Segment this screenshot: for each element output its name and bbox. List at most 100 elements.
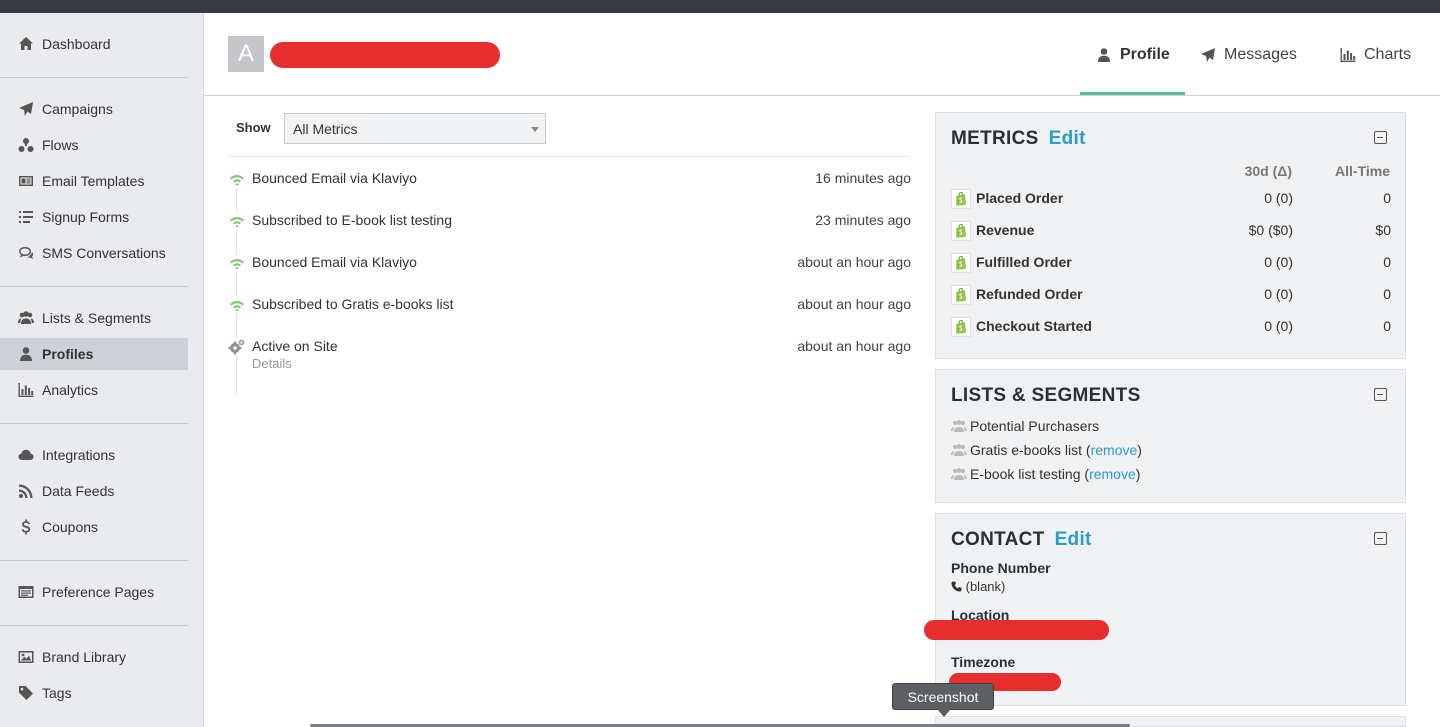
email-signal-icon <box>228 296 246 314</box>
rss-icon <box>16 483 36 499</box>
sidebar-item-label: Email Templates <box>42 173 145 189</box>
preference-page-icon <box>16 584 36 600</box>
activity-event[interactable]: Bounced Email via Klaviyo 16 minutes ago <box>228 170 911 190</box>
list-item[interactable]: Gratis e-books list (remove) <box>951 442 1142 458</box>
phone-text: (blank) <box>965 579 1006 594</box>
email-signal-icon <box>228 212 246 230</box>
sidebar-item-label: SMS Conversations <box>42 245 166 261</box>
show-label: Show <box>236 120 271 135</box>
users-icon <box>16 310 36 326</box>
shopify-icon <box>951 253 971 273</box>
metric-all-time: 0 <box>1383 254 1391 270</box>
screenshot-tooltip: Screenshot <box>892 683 994 717</box>
tab-messages[interactable]: Messages <box>1200 13 1297 96</box>
lists-segments-panel: LISTS & SEGMENTS Potential Purchasers Gr… <box>935 369 1406 503</box>
sidebar-item-analytics[interactable]: Analytics <box>0 374 188 406</box>
caret-down-icon <box>531 127 539 132</box>
sidebar-item-profiles[interactable]: Profiles <box>0 338 188 370</box>
sidebar-item-signup-forms[interactable]: Signup Forms <box>0 201 188 233</box>
event-time: about an hour ago <box>797 338 911 354</box>
email-signal-icon <box>228 254 246 272</box>
sidebar-item-flows[interactable]: Flows <box>0 129 188 161</box>
remove-link[interactable]: remove <box>1091 442 1138 458</box>
shopify-icon <box>951 285 971 305</box>
event-title: Subscribed to Gratis e-books list <box>252 296 454 312</box>
dollar-icon <box>16 519 36 535</box>
metric-30d: $0 ($0) <box>1248 222 1293 238</box>
col-header-30d: 30d (Δ) <box>1244 163 1292 179</box>
activity-event[interactable]: Active on Site about an hour ago Details <box>228 338 911 374</box>
activity-event[interactable]: Subscribed to E-book list testing 23 min… <box>228 212 911 232</box>
sidebar-item-campaigns[interactable]: Campaigns <box>0 93 188 125</box>
tab-charts[interactable]: Charts <box>1340 13 1411 96</box>
metric-30d: 0 (0) <box>1264 190 1293 206</box>
sidebar-divider <box>0 77 188 78</box>
shopify-icon <box>951 221 971 241</box>
metric-row: Refunded Order 0 (0) 0 <box>951 285 1391 305</box>
collapse-icon[interactable] <box>1374 388 1387 401</box>
timezone-label: Timezone <box>951 654 1016 670</box>
collapse-icon[interactable] <box>1374 532 1387 545</box>
shopify-icon <box>951 189 971 209</box>
metric-filter-value: All Metrics <box>293 121 358 137</box>
sidebar-item-label: Integrations <box>42 447 116 463</box>
email-signal-icon <box>228 170 246 188</box>
phone-label: Phone Number <box>951 560 1051 576</box>
sidebar-divider <box>0 423 188 424</box>
metric-filter-select[interactable]: All Metrics <box>284 113 546 144</box>
active-tab-indicator <box>1080 92 1185 95</box>
tab-label: Charts <box>1364 45 1412 63</box>
sidebar-item-brand-library[interactable]: Brand Library <box>0 641 188 673</box>
metrics-panel: METRICS Edit 30d (Δ) All-Time Placed Orde… <box>935 112 1406 359</box>
sidebar-item-integrations[interactable]: Integrations <box>0 439 188 471</box>
tab-profile[interactable]: Profile <box>1096 13 1170 96</box>
sidebar-item-label: Profiles <box>42 346 94 362</box>
sidebar-item-coupons[interactable]: Coupons <box>0 511 188 543</box>
metric-name: Placed Order <box>976 190 1064 206</box>
metric-row: Fulfilled Order 0 (0) 0 <box>951 253 1391 273</box>
users-icon <box>951 420 967 432</box>
metric-row: Placed Order 0 (0) 0 <box>951 189 1391 209</box>
sidebar-item-preference-pages[interactable]: Preference Pages <box>0 576 188 608</box>
template-icon <box>16 173 36 189</box>
users-icon <box>951 468 967 480</box>
list-item[interactable]: E-book list testing (remove) <box>951 466 1140 482</box>
event-details-link[interactable]: Details <box>252 356 292 371</box>
event-title: Bounced Email via Klaviyo <box>252 254 417 270</box>
event-time: 23 minutes ago <box>815 212 911 228</box>
remove-link[interactable]: remove <box>1089 466 1136 482</box>
metric-all-time: 0 <box>1383 286 1391 302</box>
sidebar-item-sms-conversations[interactable]: SMS Conversations <box>0 237 188 269</box>
metric-name: Revenue <box>976 222 1035 238</box>
event-title: Bounced Email via Klaviyo <box>252 170 417 186</box>
gears-icon <box>228 338 246 356</box>
list-item[interactable]: Potential Purchasers <box>951 418 1099 434</box>
col-header-all-time: All-Time <box>1335 163 1390 179</box>
sidebar-item-label: Lists & Segments <box>42 310 151 326</box>
metric-row: Revenue $0 ($0) $0 <box>951 221 1391 241</box>
metric-30d: 0 (0) <box>1264 254 1293 270</box>
activity-event[interactable]: Subscribed to Gratis e-books list about … <box>228 296 911 316</box>
profile-header: A Profile Messages Charts <box>204 13 1440 96</box>
metric-name: Checkout Started <box>976 318 1092 334</box>
form-list-icon <box>16 209 36 225</box>
sidebar-item-tags[interactable]: Tags <box>0 677 188 709</box>
chat-icon <box>16 245 36 261</box>
activity-event[interactable]: Bounced Email via Klaviyo about an hour … <box>228 254 911 274</box>
sidebar-item-lists-segments[interactable]: Lists & Segments <box>0 302 188 334</box>
sidebar-item-label: Brand Library <box>42 649 127 665</box>
collapse-icon[interactable] <box>1374 131 1387 144</box>
redacted-profile-name <box>270 42 500 68</box>
list-name: E-book list testing <box>970 466 1081 482</box>
list-name: Gratis e-books list <box>970 442 1083 458</box>
sidebar-item-dashboard[interactable]: Dashboard <box>0 28 188 60</box>
metrics-edit-link[interactable]: Edit <box>1049 128 1086 149</box>
sidebar-item-data-feeds[interactable]: Data Feeds <box>0 475 188 507</box>
user-icon <box>1098 47 1110 62</box>
sidebar-item-label: Data Feeds <box>42 483 115 499</box>
contact-edit-link[interactable]: Edit <box>1055 529 1092 550</box>
metric-30d: 0 (0) <box>1264 286 1293 302</box>
contact-title: CONTACT Edit <box>951 529 1092 551</box>
sidebar-divider <box>0 560 188 561</box>
sidebar-item-email-templates[interactable]: Email Templates <box>0 165 188 197</box>
